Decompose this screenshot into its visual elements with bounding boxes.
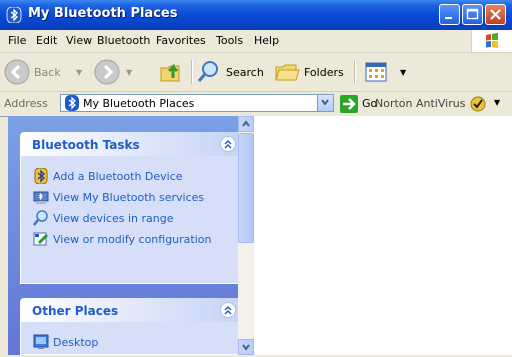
address-dropdown-button[interactable] [317,95,333,111]
bluetooth-icon [65,95,79,111]
search-button[interactable]: Search [196,58,268,86]
address-field[interactable]: My Bluetooth Places [60,94,334,112]
other-places-title: Other Places [32,304,119,318]
menu-edit[interactable]: Edit [36,34,57,47]
search-icon [33,210,48,226]
task-label: View devices in range [53,212,174,225]
chevron-down-icon [321,99,329,106]
views-icon [365,62,387,82]
norton-icon[interactable] [470,96,486,112]
address-label: Address [4,97,48,110]
bluetooth-tasks-body: Add a Bluetooth Device View My Bluetooth… [20,156,242,284]
close-button[interactable] [485,4,506,25]
menu-favorites[interactable]: Favorites [156,34,206,47]
other-places-header[interactable]: Other Places [20,298,242,322]
toolbar-separator [191,60,193,84]
back-label: Back [34,66,61,79]
up-folder-icon [160,63,180,82]
scroll-up-button[interactable] [238,116,254,132]
back-dropdown-icon[interactable]: ▼ [76,68,82,77]
collapse-icon[interactable] [220,136,236,152]
menu-tools[interactable]: Tools [216,34,243,47]
collapse-icon[interactable] [220,302,236,318]
minimize-button[interactable] [439,4,460,25]
standard-toolbar: Back ▼ ▼ Search Folders ▼ [0,53,512,92]
folders-label: Folders [304,66,344,79]
windows-logo-icon [471,30,512,52]
views-dropdown-icon[interactable]: ▼ [400,68,406,77]
views-button[interactable]: ▼ [364,58,414,86]
task-label: View My Bluetooth services [53,191,205,204]
services-icon [33,191,49,204]
task-pane-scrollbar[interactable] [238,116,254,355]
task-label: Desktop [53,336,99,349]
bluetooth-tasks-group: Bluetooth Tasks Add a Bluetooth Device V… [20,132,242,284]
other-places-body: Desktop [20,322,242,355]
up-button[interactable] [158,58,186,86]
address-value: My Bluetooth Places [83,97,195,110]
scroll-thumb[interactable] [238,133,254,243]
bluetooth-icon [6,6,22,24]
window-title: My Bluetooth Places [28,6,178,21]
search-icon [197,61,218,82]
chevron-down-icon [242,344,250,351]
menu-view[interactable]: View [66,34,92,47]
bluetooth-tasks-title: Bluetooth Tasks [32,138,140,152]
norton-antivirus-label: Norton AntiVirus [375,97,466,110]
folders-icon [275,64,300,81]
maximize-button[interactable] [462,4,483,25]
folder-content-area[interactable] [254,116,512,355]
menu-file[interactable]: File [8,34,26,47]
chevron-up-icon [242,120,250,127]
other-places-group: Other Places Desktop [20,298,242,355]
norton-dropdown-icon[interactable]: ▼ [494,98,500,107]
back-button[interactable]: Back ▼ [4,58,90,86]
task-label: View or modify configuration [53,233,212,246]
search-label: Search [226,66,264,79]
go-arrow-icon[interactable] [340,95,358,113]
folders-button[interactable]: Folders [274,58,348,86]
forward-button[interactable]: ▼ [94,58,140,86]
task-label: Add a Bluetooth Device [53,170,183,183]
back-arrow-icon [4,59,30,85]
address-bar: Address My Bluetooth Places Go Norton An… [0,92,512,117]
menu-bar: File Edit View Bluetooth Favorites Tools… [0,30,512,53]
scroll-down-button[interactable] [238,339,254,355]
toolbar-separator [354,60,356,84]
forward-arrow-icon [94,59,120,85]
title-bar: My Bluetooth Places [0,0,512,30]
menu-bluetooth[interactable]: Bluetooth [97,34,150,47]
task-pane: Bluetooth Tasks Add a Bluetooth Device V… [8,116,254,355]
menu-help[interactable]: Help [254,34,279,47]
bluetooth-device-icon [34,168,48,184]
desktop-icon [33,334,49,349]
bluetooth-tasks-header[interactable]: Bluetooth Tasks [20,132,242,156]
forward-dropdown-icon[interactable]: ▼ [126,68,132,77]
configuration-icon [33,232,49,246]
